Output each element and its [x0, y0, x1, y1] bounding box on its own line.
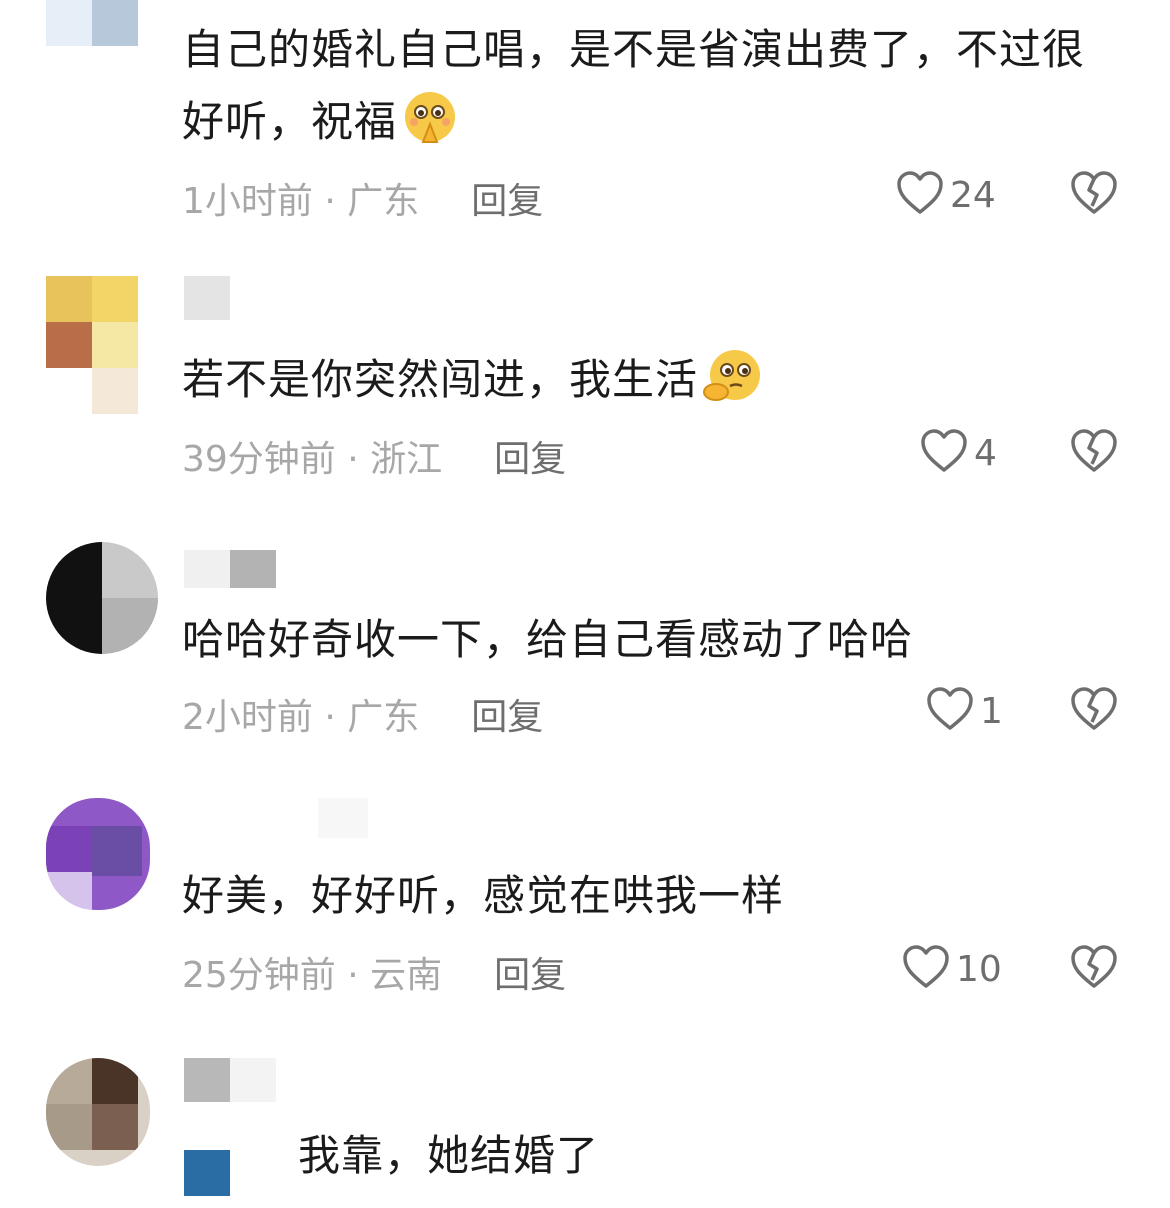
heart-outline-icon	[902, 944, 950, 994]
time-location: 39分钟前 · 浙江	[182, 439, 443, 480]
comment-meta: 1小时前 · 广东 回复	[182, 172, 543, 224]
time-location: 25分钟前 · 云南	[182, 955, 443, 996]
comment-text: 我靠，她结婚了	[298, 1131, 600, 1180]
reply-button[interactable]: 回复	[494, 955, 566, 996]
thinking-face-emoji-icon	[702, 348, 768, 428]
dislike-button[interactable]	[1070, 686, 1120, 736]
like-count: 10	[956, 948, 1002, 990]
heart-outline-icon	[896, 170, 944, 220]
time-location: 1小时前 · 广东	[182, 181, 420, 222]
like-count: 4	[974, 432, 997, 474]
dislike-button[interactable]	[1070, 944, 1120, 994]
reply-button[interactable]: 回复	[471, 181, 543, 222]
comment-text: 好美，好好听，感觉在哄我一样	[182, 871, 785, 920]
dislike-button[interactable]	[1070, 428, 1120, 478]
comment-item: 好美，好好听，感觉在哄我一样 25分钟前 · 云南 回复 10	[0, 780, 1170, 1020]
broken-heart-icon	[1070, 171, 1118, 220]
like-button[interactable]: 1	[926, 686, 1003, 736]
reply-button[interactable]: 回复	[471, 697, 543, 738]
comment-item: 自己的婚礼自己唱，是不是省演出费了，不过很好听，祝福 1小时前 · 广东 回复 2…	[0, 0, 1170, 240]
comment-meta: 25分钟前 · 云南 回复	[182, 946, 566, 998]
comment-item: 我靠，她结婚了	[0, 1040, 1170, 1208]
broken-heart-icon	[1070, 945, 1118, 994]
comment-text: 若不是你突然闯进，我生活	[182, 344, 1108, 428]
like-count: 1	[980, 690, 1003, 732]
comment-text: 哈哈好奇收一下，给自己看感动了哈哈	[182, 615, 914, 664]
heart-outline-icon	[926, 686, 974, 736]
avatar[interactable]	[46, 798, 150, 910]
avatar[interactable]	[46, 1058, 150, 1166]
comment-item: 哈哈好奇收一下，给自己看感动了哈哈 2小时前 · 广东 回复 1	[0, 520, 1170, 760]
comment-meta: 2小时前 · 广东 回复	[182, 688, 543, 740]
like-button[interactable]: 24	[896, 170, 996, 220]
broken-heart-icon	[1070, 687, 1118, 736]
comment-meta: 39分钟前 · 浙江 回复	[182, 430, 566, 482]
reply-button[interactable]: 回复	[494, 439, 566, 480]
avatar[interactable]	[46, 542, 158, 654]
avatar[interactable]	[46, 276, 138, 414]
comment-item: 若不是你突然闯进，我生活 39分钟前 · 浙江 回复 4	[0, 260, 1170, 500]
broken-heart-icon	[1070, 429, 1118, 478]
dislike-button[interactable]	[1070, 170, 1120, 220]
comment-text: 自己的婚礼自己唱，是不是省演出费了，不过很好听，祝福	[182, 14, 1108, 170]
like-button[interactable]: 4	[920, 428, 997, 478]
avatar[interactable]	[46, 0, 138, 46]
heart-outline-icon	[920, 428, 968, 478]
praying-face-emoji-icon	[401, 90, 459, 170]
time-location: 2小时前 · 广东	[182, 697, 420, 738]
like-button[interactable]: 10	[902, 944, 1002, 994]
like-count: 24	[950, 174, 996, 216]
